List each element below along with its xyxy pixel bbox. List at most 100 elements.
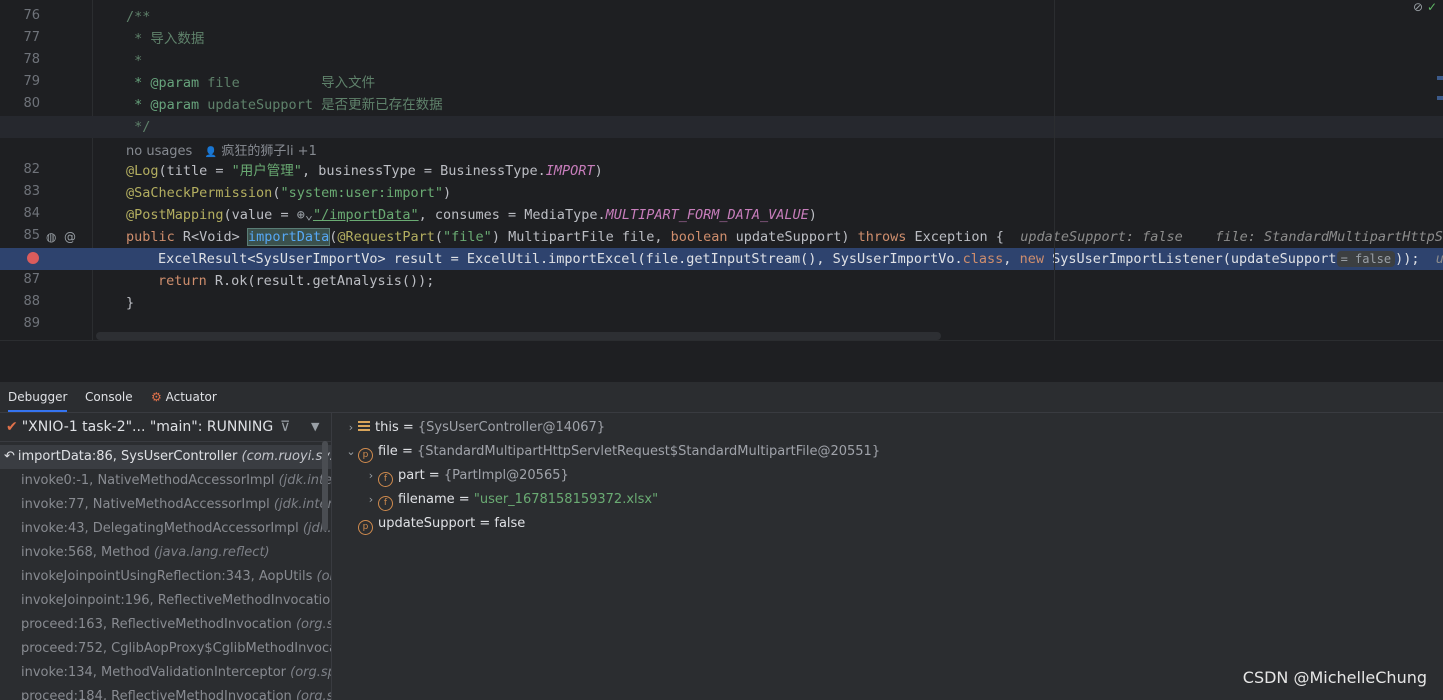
code-token: ) xyxy=(443,185,452,201)
code-line: /** xyxy=(126,9,151,25)
tab-label: Actuator xyxy=(165,390,217,404)
variable-name: filename xyxy=(398,492,455,507)
line-number: 79 xyxy=(23,74,40,89)
stack-frame[interactable]: proceed:184, ReflectiveMethodInvocation … xyxy=(0,685,331,700)
stack-frame[interactable]: invoke:43, DelegatingMethodAccessorImpl … xyxy=(0,517,331,541)
frame-name: invoke:43, DelegatingMethodAccessorImpl xyxy=(21,521,299,536)
watermark: CSDN @MichelleChung xyxy=(1242,668,1427,687)
author-name[interactable]: 疯狂的狮子li +1 xyxy=(221,144,317,159)
line-number: 83 xyxy=(23,184,40,199)
breakpoint-icon[interactable] xyxy=(27,252,39,264)
thread-name: "XNIO-1 task-2"... "main": RUNNING xyxy=(21,419,274,435)
keyword: boolean xyxy=(670,229,728,245)
horizontal-scrollbar[interactable] xyxy=(96,332,941,340)
spring-bean-icon[interactable]: ◍ xyxy=(46,230,56,244)
frame-name: invoke:568, Method xyxy=(21,545,150,560)
url-literal[interactable]: "/importData" xyxy=(313,207,419,223)
variable-value: false xyxy=(494,516,526,531)
tool-window-tabs: Debugger Console ⚙ Actuator xyxy=(0,382,1443,413)
line-number: 89 xyxy=(23,316,40,331)
code-token: , consumes = MediaType. xyxy=(418,207,606,223)
tab-actuator[interactable]: ⚙ Actuator xyxy=(151,382,217,412)
code-token: ) MultipartFile file, xyxy=(491,229,671,245)
check-icon[interactable]: ✓ xyxy=(1427,0,1437,14)
stack-frame[interactable]: invokeJoinpointUsingReflection:343, AopU… xyxy=(0,565,331,589)
code-vision-hint[interactable]: no usages 👤 疯狂的狮子li +1 xyxy=(126,140,317,159)
frame-name: proceed:752, CglibAopProxy$CglibMethodIn… xyxy=(21,641,331,656)
stack-frame[interactable]: invoke0:-1, NativeMethodAccessorImpl (jd… xyxy=(0,469,331,493)
thread-selector[interactable]: ✔ "XNIO-1 task-2"... "main": RUNNING ⊽ ▼ xyxy=(0,413,331,442)
frame-package: (com.ruoyi.syste xyxy=(241,449,332,464)
code-line: * 导入数据 xyxy=(126,31,205,47)
globe-icon[interactable]: ⊕⌄ xyxy=(297,207,313,223)
method-name[interactable]: importData xyxy=(246,228,331,246)
code-token: updateSupport) xyxy=(727,229,858,245)
line-number: 80 xyxy=(23,96,40,111)
stack-frame[interactable]: invoke:77, NativeMethodAccessorImpl (jdk… xyxy=(0,493,331,517)
string-literal: "system:user:import" xyxy=(280,185,444,201)
variable-row[interactable]: › f part = {PartImpl@20565} xyxy=(364,464,569,488)
usages-count[interactable]: no usages xyxy=(126,144,192,159)
tab-console[interactable]: Console xyxy=(85,382,133,412)
code-token: ) xyxy=(808,207,817,223)
variable-name: updateSupport xyxy=(378,516,476,531)
string-literal: "用户管理" xyxy=(231,163,302,179)
frames-scrollbar[interactable] xyxy=(322,441,328,531)
keyword: class xyxy=(962,251,1004,267)
code-token: ) xyxy=(594,163,603,179)
variable-name: file xyxy=(378,444,398,459)
code-token: )); xyxy=(1395,251,1420,267)
code-token: R<Void> xyxy=(174,229,248,245)
inline-debug-value: upda xyxy=(1436,251,1443,267)
variable-row[interactable]: › this = {SysUserController@14067} xyxy=(344,416,605,440)
frame-package: (org.sprin xyxy=(290,665,331,680)
chevron-right-icon[interactable]: › xyxy=(364,488,378,512)
line-number: 77 xyxy=(23,30,40,45)
frame-name: invokeJoinpointUsingReflection:343, AopU… xyxy=(21,569,313,584)
chevron-down-icon[interactable]: ▼ xyxy=(311,413,319,441)
parameter-icon: p xyxy=(358,520,373,535)
frame-name: invoke:134, MethodValidationInterceptor xyxy=(21,665,286,680)
eye-off-icon[interactable]: ⊘ xyxy=(1413,0,1423,14)
stack-frame[interactable]: invokeJoinpoint:196, ReflectiveMethodInv… xyxy=(0,589,331,613)
keyword: throws xyxy=(857,229,907,245)
variable-row[interactable]: ⌄ p file = {StandardMultipartHttpServletRe… xyxy=(344,440,880,464)
inspection-widget[interactable]: ⊘ ✓ xyxy=(1413,0,1437,14)
code-token: SysUserImportListener(updateSupport xyxy=(1043,251,1337,267)
stripe-mark[interactable] xyxy=(1437,76,1443,80)
endpoint-icon[interactable]: @ xyxy=(64,230,76,244)
stack-frame[interactable]: proceed:163, ReflectiveMethodInvocation … xyxy=(0,613,331,637)
code-token: , businessType = BusinessType. xyxy=(301,163,546,179)
right-margin-guide xyxy=(1054,0,1055,340)
frame-package: (org.spr xyxy=(295,689,331,700)
code-line: ExcelResult<SysUserImportVo> result = Ex… xyxy=(158,248,1443,270)
keyword: return xyxy=(158,273,207,289)
code-editor[interactable]: 76 77 78 79 80 81 82 83 84 85 87 88 89 ◍… xyxy=(0,0,1443,340)
constant: IMPORT xyxy=(545,163,595,179)
frame-name: invoke0:-1, NativeMethodAccessorImpl xyxy=(21,473,275,488)
stack-frame[interactable]: invoke:568, Method (java.lang.reflect) xyxy=(0,541,331,565)
stripe-mark[interactable] xyxy=(1437,96,1443,100)
chevron-right-icon[interactable]: › xyxy=(364,464,378,488)
stack-frame[interactable]: proceed:752, CglibAopProxy$CglibMethodIn… xyxy=(0,637,331,661)
tab-debugger[interactable]: Debugger xyxy=(8,382,68,412)
variable-row[interactable]: p updateSupport = false xyxy=(358,512,525,536)
code-line: @PostMapping(value = ⊕⌄"/importData", co… xyxy=(126,204,817,226)
stack-frame[interactable]: invoke:134, MethodValidationInterceptor … xyxy=(0,661,331,685)
chevron-right-icon[interactable]: › xyxy=(344,416,358,440)
stack-frame[interactable]: ↶ importData:86, SysUserController (com.r… xyxy=(0,445,331,469)
field-icon: f xyxy=(378,472,393,487)
chevron-down-icon[interactable]: ⌄ xyxy=(344,440,358,464)
annotation: @SaCheckPermission xyxy=(126,185,273,201)
line-number: 84 xyxy=(23,206,40,221)
variable-name: this xyxy=(375,420,399,435)
javadoc-text: updateSupport 是否更新已存在数据 xyxy=(199,97,443,113)
field-icon: f xyxy=(378,496,393,511)
frame-name: proceed:184, ReflectiveMethodInvocation xyxy=(21,689,292,700)
code-token: R.ok(result.getAnalysis()); xyxy=(206,273,435,289)
variable-row[interactable]: › f filename = "user_1678158159372.xlsx" xyxy=(364,488,658,512)
string-literal: "file" xyxy=(443,229,492,245)
filter-icon[interactable]: ⊽ xyxy=(280,413,290,441)
inlay-value-hint: = false xyxy=(1336,251,1396,267)
frames-panel: ✔ "XNIO-1 task-2"... "main": RUNNING ⊽ ▼ ↶ i… xyxy=(0,413,331,700)
